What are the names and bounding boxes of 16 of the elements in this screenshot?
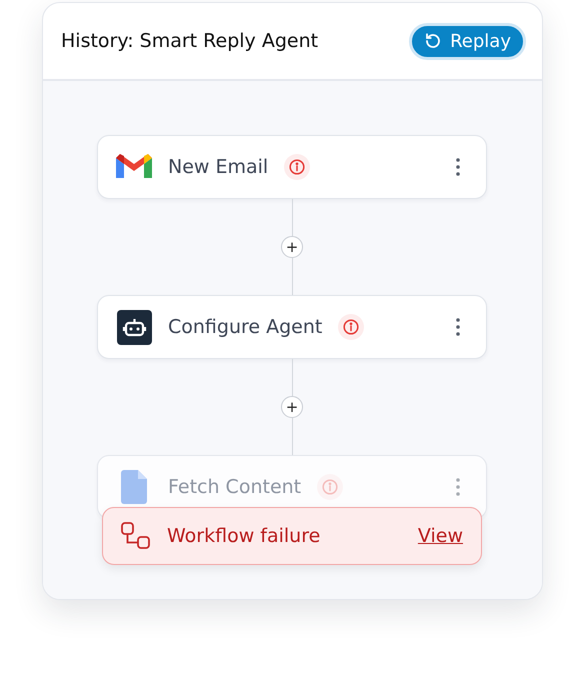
workflow-node[interactable]: New Email: [97, 135, 487, 199]
view-link[interactable]: View: [418, 522, 463, 550]
node-label: New Email: [168, 154, 268, 180]
toast-message: Workflow failure: [167, 524, 320, 549]
replay-button[interactable]: Replay: [409, 22, 526, 60]
workflow-icon: [121, 522, 151, 550]
mail-logo-icon: [116, 154, 152, 180]
replay-icon: [424, 32, 442, 50]
panel-title: History: Smart Reply Agent: [61, 28, 318, 54]
node-label: Configure Agent: [168, 314, 322, 340]
robot-icon: [116, 310, 152, 344]
node-label: Fetch Content: [168, 474, 302, 500]
add-step-button[interactable]: +: [281, 396, 303, 418]
workflow-node[interactable]: Configure Agent: [97, 295, 487, 359]
document-icon: [121, 470, 147, 504]
add-step-button[interactable]: +: [281, 236, 303, 258]
